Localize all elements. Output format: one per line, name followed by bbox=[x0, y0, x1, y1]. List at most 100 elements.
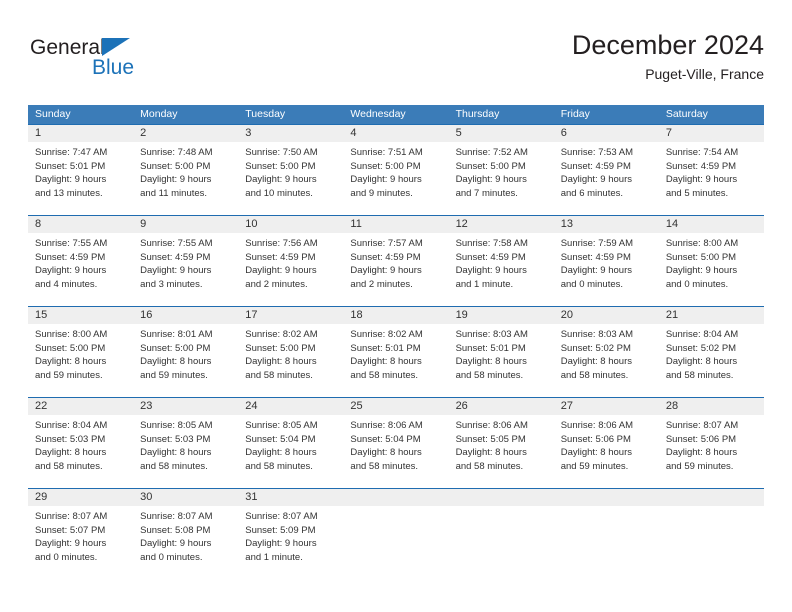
day-number bbox=[666, 489, 758, 506]
day-number: 22 bbox=[35, 400, 48, 412]
day-number: 13 bbox=[560, 218, 573, 230]
daylight-text-line2: and 0 minutes. bbox=[560, 278, 624, 290]
daylight-text-line2: and 4 minutes. bbox=[35, 278, 98, 290]
calendar-day-cell[interactable]: 22 Sunrise: 8:04 AM Sunset: 5:03 PM Dayl… bbox=[28, 398, 133, 488]
calendar-day-cell[interactable]: 4 Sunrise: 7:51 AM Sunset: 5:00 PM Dayli… bbox=[343, 125, 448, 215]
daylight-text-line2: and 0 minutes. bbox=[140, 551, 203, 563]
day-number: 18 bbox=[350, 309, 363, 321]
day-number: 4 bbox=[350, 127, 357, 139]
daylight-text-line1: Daylight: 9 hours bbox=[350, 265, 422, 276]
calendar-day-cell[interactable]: 18 Sunrise: 8:02 AM Sunset: 5:01 PM Dayl… bbox=[343, 307, 448, 397]
sunrise-text: Sunrise: 8:07 AM bbox=[35, 511, 108, 522]
daylight-text-line1: Daylight: 9 hours bbox=[560, 174, 632, 185]
sunset-text: Sunset: 5:00 PM bbox=[140, 160, 211, 172]
sunset-text: Sunset: 5:08 PM bbox=[140, 524, 211, 536]
page-title: December 2024 bbox=[571, 30, 764, 60]
daylight-text-line1: Daylight: 9 hours bbox=[560, 265, 632, 276]
sunset-text: Sunset: 4:59 PM bbox=[665, 160, 737, 172]
calendar-day-cell[interactable]: 9 Sunrise: 7:55 AM Sunset: 4:59 PM Dayli… bbox=[133, 216, 238, 306]
sunrise-text: Sunrise: 8:07 AM bbox=[245, 511, 318, 522]
sunset-text: Sunset: 5:01 PM bbox=[455, 342, 526, 354]
weekday-header-saturday: Saturday bbox=[665, 108, 708, 120]
calendar-day-cell[interactable]: 6 Sunrise: 7:53 AM Sunset: 4:59 PM Dayli… bbox=[554, 125, 659, 215]
calendar-day-cell[interactable]: 3 Sunrise: 7:50 AM Sunset: 5:00 PM Dayli… bbox=[238, 125, 343, 215]
daylight-text-line2: and 58 minutes. bbox=[245, 460, 313, 472]
daylight-text-line1: Daylight: 9 hours bbox=[665, 174, 738, 185]
sunrise-text: Sunrise: 8:04 AM bbox=[35, 420, 108, 431]
day-number: 29 bbox=[35, 491, 48, 503]
daylight-text-line2: and 3 minutes. bbox=[140, 278, 203, 290]
weekday-header-friday: Friday bbox=[560, 108, 590, 120]
daylight-text-line2: and 11 minutes. bbox=[140, 187, 208, 199]
sunset-text: Sunset: 4:59 PM bbox=[245, 251, 316, 263]
calendar-week-row: 29 Sunrise: 8:07 AM Sunset: 5:07 PM Dayl… bbox=[28, 488, 764, 579]
sunset-text: Sunset: 4:59 PM bbox=[35, 251, 106, 263]
daylight-text-line2: and 58 minutes. bbox=[140, 460, 208, 472]
day-number: 20 bbox=[560, 309, 573, 321]
daylight-text-line1: Daylight: 9 hours bbox=[665, 265, 738, 276]
daylight-text-line2: and 59 minutes. bbox=[140, 369, 208, 381]
calendar-day-cell[interactable]: 26 Sunrise: 8:06 AM Sunset: 5:05 PM Dayl… bbox=[449, 398, 554, 488]
calendar-day-cell-empty bbox=[659, 489, 764, 579]
calendar-day-cell[interactable]: 14 Sunrise: 8:00 AM Sunset: 5:00 PM Dayl… bbox=[659, 216, 764, 306]
calendar-day-cell[interactable]: 27 Sunrise: 8:06 AM Sunset: 5:06 PM Dayl… bbox=[554, 398, 659, 488]
daylight-text-line2: and 5 minutes. bbox=[665, 187, 729, 199]
calendar-day-cell[interactable]: 15 Sunrise: 8:00 AM Sunset: 5:00 PM Dayl… bbox=[28, 307, 133, 397]
calendar-day-cell[interactable]: 17 Sunrise: 8:02 AM Sunset: 5:00 PM Dayl… bbox=[238, 307, 343, 397]
sunrise-text: Sunrise: 8:00 AM bbox=[35, 329, 108, 340]
calendar-day-cell[interactable]: 13 Sunrise: 7:59 AM Sunset: 4:59 PM Dayl… bbox=[554, 216, 659, 306]
sunset-text: Sunset: 4:59 PM bbox=[350, 251, 421, 263]
calendar-day-cell[interactable]: 23 Sunrise: 8:05 AM Sunset: 5:03 PM Dayl… bbox=[133, 398, 238, 488]
day-number: 26 bbox=[455, 400, 468, 412]
calendar-day-cell[interactable]: 5 Sunrise: 7:52 AM Sunset: 5:00 PM Dayli… bbox=[449, 125, 554, 215]
calendar-day-cell[interactable]: 7 Sunrise: 7:54 AM Sunset: 4:59 PM Dayli… bbox=[659, 125, 764, 215]
daylight-text-line1: Daylight: 8 hours bbox=[350, 447, 422, 458]
sunrise-text: Sunrise: 8:03 AM bbox=[560, 329, 634, 340]
calendar-day-cell[interactable]: 8 Sunrise: 7:55 AM Sunset: 4:59 PM Dayli… bbox=[28, 216, 133, 306]
sunrise-text: Sunrise: 8:06 AM bbox=[560, 420, 634, 431]
day-number: 5 bbox=[455, 127, 462, 139]
daylight-text-line2: and 58 minutes. bbox=[245, 369, 313, 381]
calendar-day-cell[interactable]: 25 Sunrise: 8:06 AM Sunset: 5:04 PM Dayl… bbox=[343, 398, 448, 488]
daylight-text-line1: Daylight: 9 hours bbox=[140, 174, 212, 185]
calendar-day-cell[interactable]: 16 Sunrise: 8:01 AM Sunset: 5:00 PM Dayl… bbox=[133, 307, 238, 397]
calendar-day-cell[interactable]: 28 Sunrise: 8:07 AM Sunset: 5:06 PM Dayl… bbox=[659, 398, 764, 488]
calendar-day-cell[interactable]: 2 Sunrise: 7:48 AM Sunset: 5:00 PM Dayli… bbox=[133, 125, 238, 215]
calendar-day-cell[interactable]: 29 Sunrise: 8:07 AM Sunset: 5:07 PM Dayl… bbox=[28, 489, 133, 579]
daylight-text-line2: and 9 minutes. bbox=[350, 187, 413, 199]
day-number: 1 bbox=[35, 127, 42, 139]
sunrise-text: Sunrise: 8:06 AM bbox=[455, 420, 528, 431]
calendar-day-cell[interactable]: 31 Sunrise: 8:07 AM Sunset: 5:09 PM Dayl… bbox=[238, 489, 343, 579]
daylight-text-line1: Daylight: 9 hours bbox=[455, 174, 527, 185]
daylight-text-line2: and 13 minutes. bbox=[35, 187, 103, 199]
general-blue-logo[interactable]: General Blue bbox=[30, 36, 180, 84]
day-number: 14 bbox=[665, 218, 679, 230]
sunrise-text: Sunrise: 8:01 AM bbox=[140, 329, 213, 340]
calendar-day-cell[interactable]: 1 Sunrise: 7:47 AM Sunset: 5:01 PM Dayli… bbox=[28, 125, 133, 215]
calendar-week-row: 8 Sunrise: 7:55 AM Sunset: 4:59 PM Dayli… bbox=[28, 215, 764, 306]
sunset-text: Sunset: 5:01 PM bbox=[350, 342, 421, 354]
daylight-text-line1: Daylight: 8 hours bbox=[560, 447, 632, 458]
sunset-text: Sunset: 5:05 PM bbox=[455, 433, 526, 445]
day-number: 21 bbox=[665, 309, 679, 321]
daylight-text-line2: and 59 minutes. bbox=[35, 369, 103, 381]
calendar-page: General Blue December 2024 Puget-Ville, … bbox=[0, 0, 792, 612]
calendar-day-cell[interactable]: 30 Sunrise: 8:07 AM Sunset: 5:08 PM Dayl… bbox=[133, 489, 238, 579]
sunrise-text: Sunrise: 7:55 AM bbox=[35, 238, 108, 249]
calendar-day-cell[interactable]: 10 Sunrise: 7:56 AM Sunset: 4:59 PM Dayl… bbox=[238, 216, 343, 306]
calendar-day-cell[interactable]: 20 Sunrise: 8:03 AM Sunset: 5:02 PM Dayl… bbox=[554, 307, 659, 397]
daylight-text-line2: and 2 minutes. bbox=[350, 278, 413, 290]
calendar-day-cell[interactable]: 19 Sunrise: 8:03 AM Sunset: 5:01 PM Dayl… bbox=[449, 307, 554, 397]
sunrise-text: Sunrise: 7:56 AM bbox=[245, 238, 318, 249]
calendar-day-cell[interactable]: 12 Sunrise: 7:58 AM Sunset: 4:59 PM Dayl… bbox=[449, 216, 554, 306]
calendar-day-cell[interactable]: 24 Sunrise: 8:05 AM Sunset: 5:04 PM Dayl… bbox=[238, 398, 343, 488]
sunrise-text: Sunrise: 7:58 AM bbox=[455, 238, 528, 249]
calendar-day-cell[interactable]: 11 Sunrise: 7:57 AM Sunset: 4:59 PM Dayl… bbox=[343, 216, 448, 306]
day-number: 3 bbox=[245, 127, 252, 139]
sunrise-text: Sunrise: 7:51 AM bbox=[350, 147, 423, 158]
sunset-text: Sunset: 5:02 PM bbox=[665, 342, 737, 354]
daylight-text-line2: and 6 minutes. bbox=[560, 187, 624, 199]
calendar-day-cell[interactable]: 21 Sunrise: 8:04 AM Sunset: 5:02 PM Dayl… bbox=[659, 307, 764, 397]
daylight-text-line2: and 58 minutes. bbox=[350, 369, 419, 381]
daylight-text-line1: Daylight: 8 hours bbox=[455, 447, 527, 458]
